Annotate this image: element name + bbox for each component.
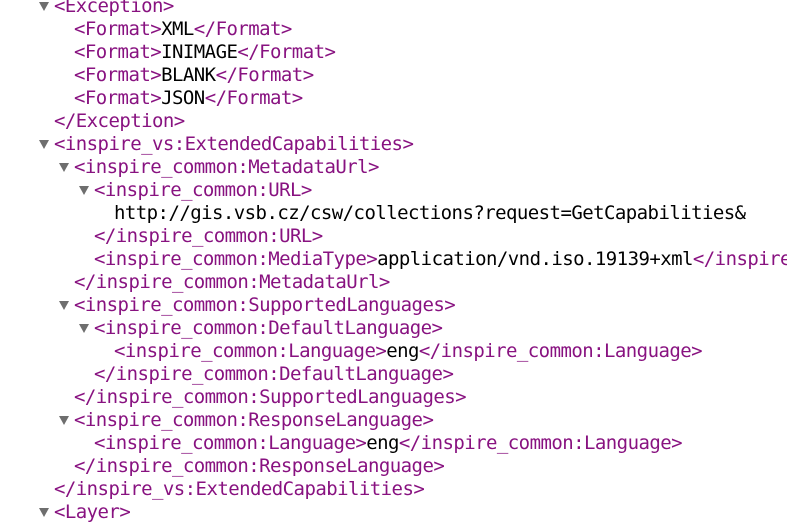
xml-line: <Format>XML</Format> [74,18,292,41]
xml-open-tag: <Exception> [54,0,174,17]
collapse-triangle-icon[interactable] [39,140,49,149]
xml-line: </Exception> [54,110,185,133]
xml-open-tag: <inspire_common:MediaType> [94,248,378,270]
xml-open-tag: <Format> [74,87,162,109]
xml-line[interactable]: <inspire_common:SupportedLanguages> [59,294,456,317]
xml-line: <inspire_common:Language>eng</inspire_co… [114,340,703,363]
xml-text-content: INIMAGE [161,41,238,63]
xml-close-tag: </Exception> [54,110,185,132]
collapse-triangle-icon[interactable] [79,186,89,195]
xml-line: </inspire_common:SupportedLanguages> [74,386,467,409]
xml-text-content: BLANK [161,64,216,86]
xml-open-tag: <inspire_common:Language> [94,432,367,454]
xml-line: <inspire_common:Language>eng</inspire_co… [94,432,683,455]
xml-line: http://gis.vsb.cz/csw/collections?reques… [114,202,746,225]
xml-close-tag: </inspire_common:DefaultLanguage> [94,363,454,385]
xml-close-tag: </inspire_common:SupportedLanguages> [74,386,467,408]
xml-text-content: eng [366,432,399,454]
collapse-triangle-icon[interactable] [59,416,69,425]
xml-open-tag: <inspire_common:MetadataUrl> [74,156,379,178]
xml-close-tag: </inspire_common:Language> [398,432,683,454]
xml-line: <Format>BLANK</Format> [74,64,314,87]
xml-open-tag: <inspire_common:Language> [114,340,387,362]
xml-close-tag: </inspire_common:URL> [94,225,323,247]
collapse-triangle-icon[interactable] [59,163,69,172]
xml-text-content: XML [161,18,194,40]
xml-line[interactable]: <inspire_common:ResponseLanguage> [59,409,434,432]
xml-close-tag: </inspire_vs:ExtendedCapabilities> [54,478,425,500]
xml-text-content: eng [386,340,419,362]
collapse-triangle-icon[interactable] [79,324,89,333]
xml-open-tag: <inspire_vs:ExtendedCapabilities> [54,133,414,155]
xml-open-tag: <Format> [74,41,162,63]
xml-line: </inspire_common:ResponseLanguage> [74,455,445,478]
xml-line[interactable]: <inspire_common:URL> [79,179,312,202]
xml-text-content: JSON [161,87,205,109]
xml-text-content: http://gis.vsb.cz/csw/collections?reques… [114,202,746,224]
xml-open-tag: <inspire_common:SupportedLanguages> [74,294,456,316]
xml-close-tag: </Format> [215,64,315,86]
xml-close-tag: </inspire_common:ResponseLanguage> [74,455,445,477]
xml-line: <Format>INIMAGE</Format> [74,41,336,64]
xml-open-tag: <inspire_common:DefaultLanguage> [94,317,443,339]
xml-line: </inspire_common:DefaultLanguage> [94,363,454,386]
xml-open-tag: <inspire_common:URL> [94,179,312,201]
xml-line: <Format>JSON</Format> [74,87,303,110]
xml-open-tag: <inspire_common:ResponseLanguage> [74,409,434,431]
xml-line[interactable]: <inspire_vs:ExtendedCapabilities> [39,133,414,156]
xml-close-tag: </inspire_common:MetadataUrl> [74,271,390,293]
xml-line[interactable]: <Exception> [39,0,174,18]
xml-line[interactable]: <inspire_common:DefaultLanguage> [79,317,443,340]
xml-line: </inspire_common:URL> [94,225,323,248]
xml-line[interactable]: <inspire_common:MetadataUrl> [59,156,379,179]
xml-open-tag: <Layer> [54,501,131,523]
xml-line: </inspire_vs:ExtendedCapabilities> [54,478,425,501]
xml-line[interactable]: <Layer> [39,501,131,524]
collapse-triangle-icon[interactable] [39,508,49,517]
xml-close-tag: </Format> [204,87,304,109]
xml-close-tag: </Format> [237,41,336,63]
xml-open-tag: <Format> [74,18,162,40]
xml-close-tag: </inspire_common:MediaType> [692,248,787,270]
xml-tree-viewer: <Exception> <Format>XML</Format> <Format>I… [0,0,787,528]
collapse-triangle-icon[interactable] [39,2,49,11]
xml-text-content: application/vnd.iso.19139+xml [377,248,693,270]
xml-line: </inspire_common:MetadataUrl> [74,271,390,294]
xml-close-tag: </inspire_common:Language> [418,340,703,362]
xml-line: <inspire_common:MediaType>application/vn… [94,248,787,271]
xml-close-tag: </Format> [193,18,293,40]
collapse-triangle-icon[interactable] [59,301,69,310]
xml-open-tag: <Format> [74,64,162,86]
